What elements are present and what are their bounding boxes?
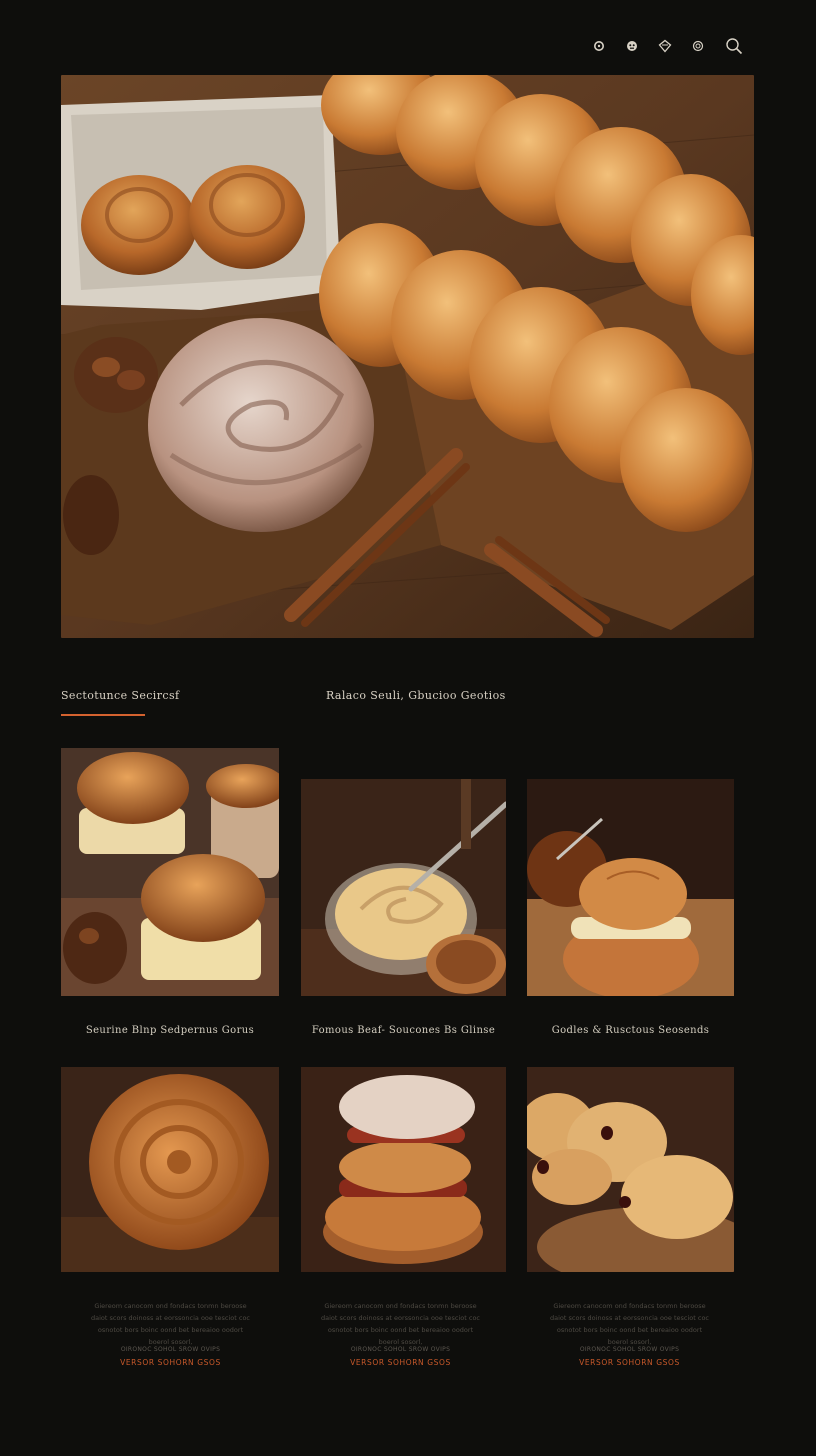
- product-card-image[interactable]: [301, 779, 506, 996]
- product-meta: OIRONOC SOHOL SROW OVIPS: [579, 1346, 680, 1353]
- product-caption[interactable]: Fomous Beaf- Soucones Bs Glinse: [301, 1025, 506, 1036]
- cream-bun-photo: [527, 779, 734, 996]
- product-meta: OIRONOC SOHOL SROW OVIPS: [120, 1346, 221, 1353]
- product-price[interactable]: VERSOR SOHORN GSOS: [88, 1358, 253, 1367]
- user-icon[interactable]: [592, 39, 606, 53]
- product-card-image[interactable]: [61, 1067, 279, 1272]
- cream-bowl-photo: [301, 779, 506, 996]
- settings-icon[interactable]: [691, 39, 705, 53]
- product-caption[interactable]: Godles & Rusctous Seosends: [527, 1025, 734, 1036]
- header-icon-bar: [592, 36, 744, 56]
- filled-bun-photo: [301, 1067, 506, 1272]
- product-description: Giereom canocom ond fondacs tonmn beroos…: [90, 1302, 250, 1346]
- section-title-left[interactable]: Sectotunce Secircsf: [61, 689, 179, 702]
- product-card-image[interactable]: [61, 748, 279, 996]
- product-price[interactable]: VERSOR SOHORN GSOS: [318, 1358, 483, 1367]
- product-card-image[interactable]: [527, 1067, 734, 1272]
- muffin-pastries-photo: [61, 748, 279, 996]
- swirl-roll-photo: [61, 1067, 279, 1272]
- cart-icon[interactable]: [625, 39, 639, 53]
- section-title-center[interactable]: Ralaco Seuli, Gbucioo Geotios: [326, 689, 506, 702]
- product-description: Giereom canocom ond fondacs tonmn beroos…: [320, 1302, 480, 1346]
- product-caption[interactable]: Seurine Blnp Sedpernus Gorus: [61, 1025, 279, 1036]
- croissant-photo: [527, 1067, 734, 1272]
- active-tab-underline: [61, 714, 145, 716]
- diamond-icon[interactable]: [658, 39, 672, 53]
- product-price[interactable]: VERSOR SOHORN GSOS: [547, 1358, 712, 1367]
- hero-image: [61, 75, 754, 638]
- search-icon[interactable]: [724, 36, 744, 56]
- bread-loaves-cinnamon-photo: [61, 75, 754, 638]
- product-description: Giereom canocom ond fondacs tonmn beroos…: [549, 1302, 709, 1346]
- product-card-image[interactable]: [301, 1067, 506, 1272]
- product-card-image[interactable]: [527, 779, 734, 996]
- product-meta: OIRONOC SOHOL SROW OVIPS: [350, 1346, 451, 1353]
